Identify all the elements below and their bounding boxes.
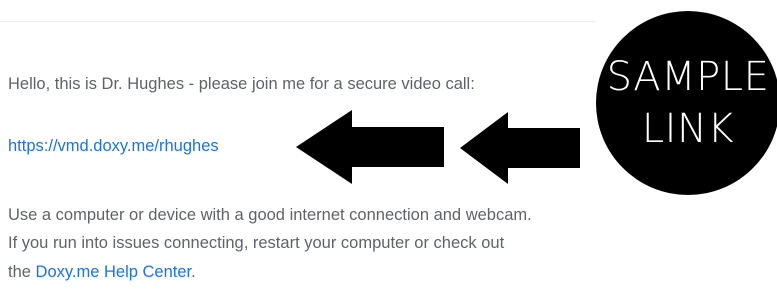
greeting-text: Hello, this is Dr. Hughes - please join … <box>8 75 475 93</box>
badge-line-sample: SAMPLE <box>606 54 770 100</box>
instructions-line-3-prefix: the <box>8 263 36 281</box>
video-call-link[interactable]: https://vmd.doxy.me/rhughes <box>8 136 219 156</box>
left-arrow-icon <box>460 112 580 184</box>
instructions-line-3-suffix: . <box>191 263 196 281</box>
help-center-link[interactable]: Doxy.me Help Center <box>36 263 192 281</box>
instructions-line-1: Use a computer or device with a good int… <box>8 206 532 224</box>
left-arrow-icon <box>296 110 444 184</box>
instructions-line-2: If you run into issues connecting, resta… <box>8 234 505 252</box>
sample-link-badge: SAMPLE LINK <box>596 11 777 195</box>
badge-line-link: LINK <box>641 106 735 152</box>
instructions-line-3: the Doxy.me Help Center. <box>8 262 196 282</box>
top-divider <box>0 21 595 22</box>
